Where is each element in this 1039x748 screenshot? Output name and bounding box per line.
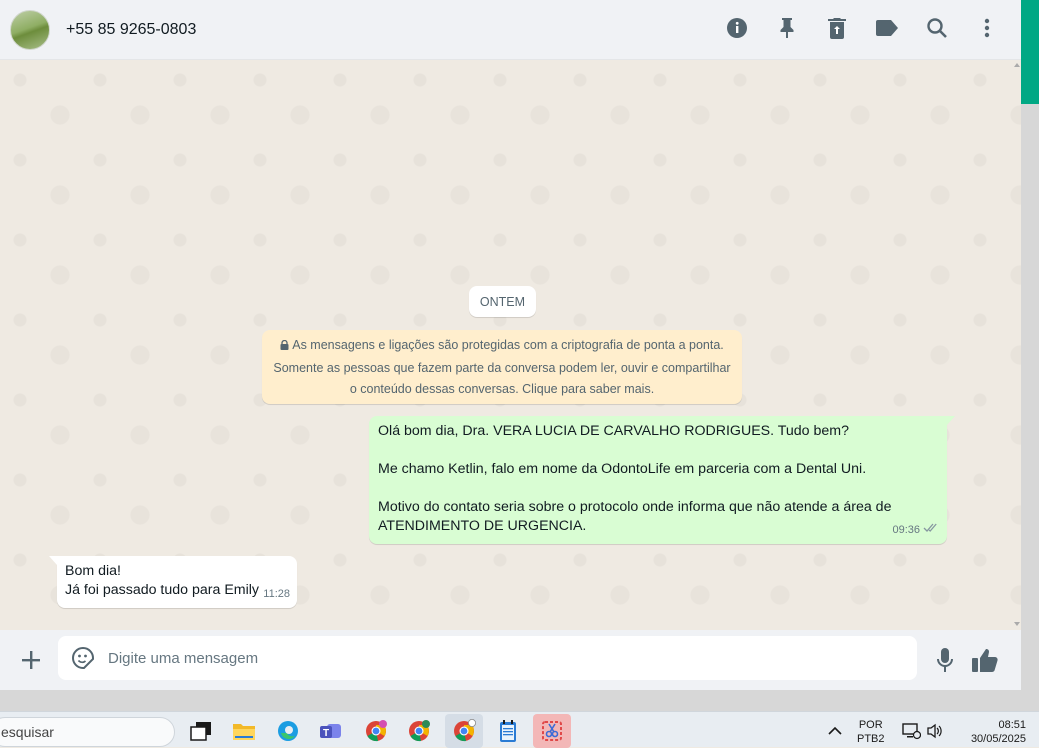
file-explorer-icon[interactable]	[231, 719, 257, 743]
task-view-icon[interactable]	[188, 719, 214, 743]
day-divider: ONTEM	[469, 286, 536, 317]
contact-name[interactable]: +55 85 9265-0803	[66, 21, 196, 39]
clock-time: 08:51	[998, 719, 1026, 731]
pin-icon[interactable]	[775, 16, 799, 40]
microphone-icon[interactable]	[932, 646, 958, 674]
search-icon[interactable]	[925, 16, 949, 40]
header-actions	[725, 16, 999, 40]
notice-line-3: o conteúdo dessas conversas. Clique para…	[349, 382, 655, 396]
message-input-wrap	[58, 636, 917, 680]
edge-browser-icon[interactable]	[275, 719, 301, 743]
sticker-icon[interactable]	[70, 645, 96, 671]
composer-bar	[0, 630, 1021, 690]
contact-avatar[interactable]	[10, 9, 50, 50]
menu-dots-icon[interactable]	[975, 16, 999, 40]
notice-line-1: As mensagens e ligações são protegidas c…	[262, 335, 742, 358]
volume-icon[interactable]	[922, 719, 948, 743]
thumbs-up-icon[interactable]	[970, 645, 1000, 675]
lock-icon	[280, 336, 289, 358]
taskbar-search-text: esquisar	[1, 724, 54, 740]
network-icon[interactable]	[898, 719, 924, 743]
message-input[interactable]	[108, 649, 808, 667]
chrome-profile-icon[interactable]	[363, 719, 389, 743]
incoming-message[interactable]: Bom dia! Já foi passado tudo para Emily …	[49, 556, 297, 608]
language-indicator[interactable]: POR PTB2	[857, 718, 885, 746]
window-bottom-edge	[0, 690, 1021, 711]
message-time: 11:28	[263, 588, 290, 600]
attach-plus-icon[interactable]	[16, 645, 46, 675]
delete-icon[interactable]	[825, 16, 849, 40]
notice-line-2: Somente as pessoas que fazem parte da co…	[273, 360, 731, 375]
outgoing-message[interactable]: Olá bom dia, Dra. VERA LUCIA DE CARVALHO…	[369, 416, 955, 544]
chrome-active-icon[interactable]	[451, 719, 477, 743]
info-icon[interactable]	[725, 16, 749, 40]
clock[interactable]: 08:51 30/05/2025	[958, 718, 1026, 746]
snipping-tool-icon[interactable]	[539, 719, 565, 743]
chat-header: +55 85 9265-0803	[0, 0, 1021, 60]
taskbar-search[interactable]: esquisar	[0, 717, 175, 747]
label-icon[interactable]	[875, 16, 899, 40]
message-line: Já foi passado tudo para Emily	[65, 582, 260, 598]
chat-area: ONTEM As mensagens e ligações são proteg…	[0, 60, 1021, 630]
teams-icon[interactable]: T	[318, 719, 344, 743]
svg-text:T: T	[323, 728, 329, 739]
message-paragraph: Motivo do contato seria sobre o protocol…	[378, 499, 892, 534]
message-time: 09:36	[892, 524, 920, 536]
double-check-icon	[923, 521, 939, 540]
window-scrollbar[interactable]	[1021, 0, 1039, 747]
notepad-icon[interactable]	[495, 719, 521, 743]
message-line: Bom dia!	[65, 563, 121, 579]
chat-scrollbar[interactable]	[1013, 60, 1021, 630]
scrollbar-thumb[interactable]	[1021, 0, 1039, 104]
chrome-profile-icon[interactable]	[406, 719, 432, 743]
message-paragraph: Olá bom dia, Dra. VERA LUCIA DE CARVALHO…	[378, 423, 849, 439]
encryption-notice[interactable]: As mensagens e ligações são protegidas c…	[262, 330, 742, 404]
message-paragraph: Me chamo Ketlin, falo em nome da OdontoL…	[378, 461, 867, 477]
keyboard-layout: PTB2	[857, 733, 885, 745]
chevron-up-icon[interactable]	[822, 719, 848, 743]
language-code: POR	[858, 719, 883, 731]
clock-date: 30/05/2025	[970, 733, 1026, 745]
message-meta: 09:36	[892, 521, 939, 540]
taskbar: esquisar T POR PTB2 08:51 30/05/2025	[0, 711, 1039, 748]
